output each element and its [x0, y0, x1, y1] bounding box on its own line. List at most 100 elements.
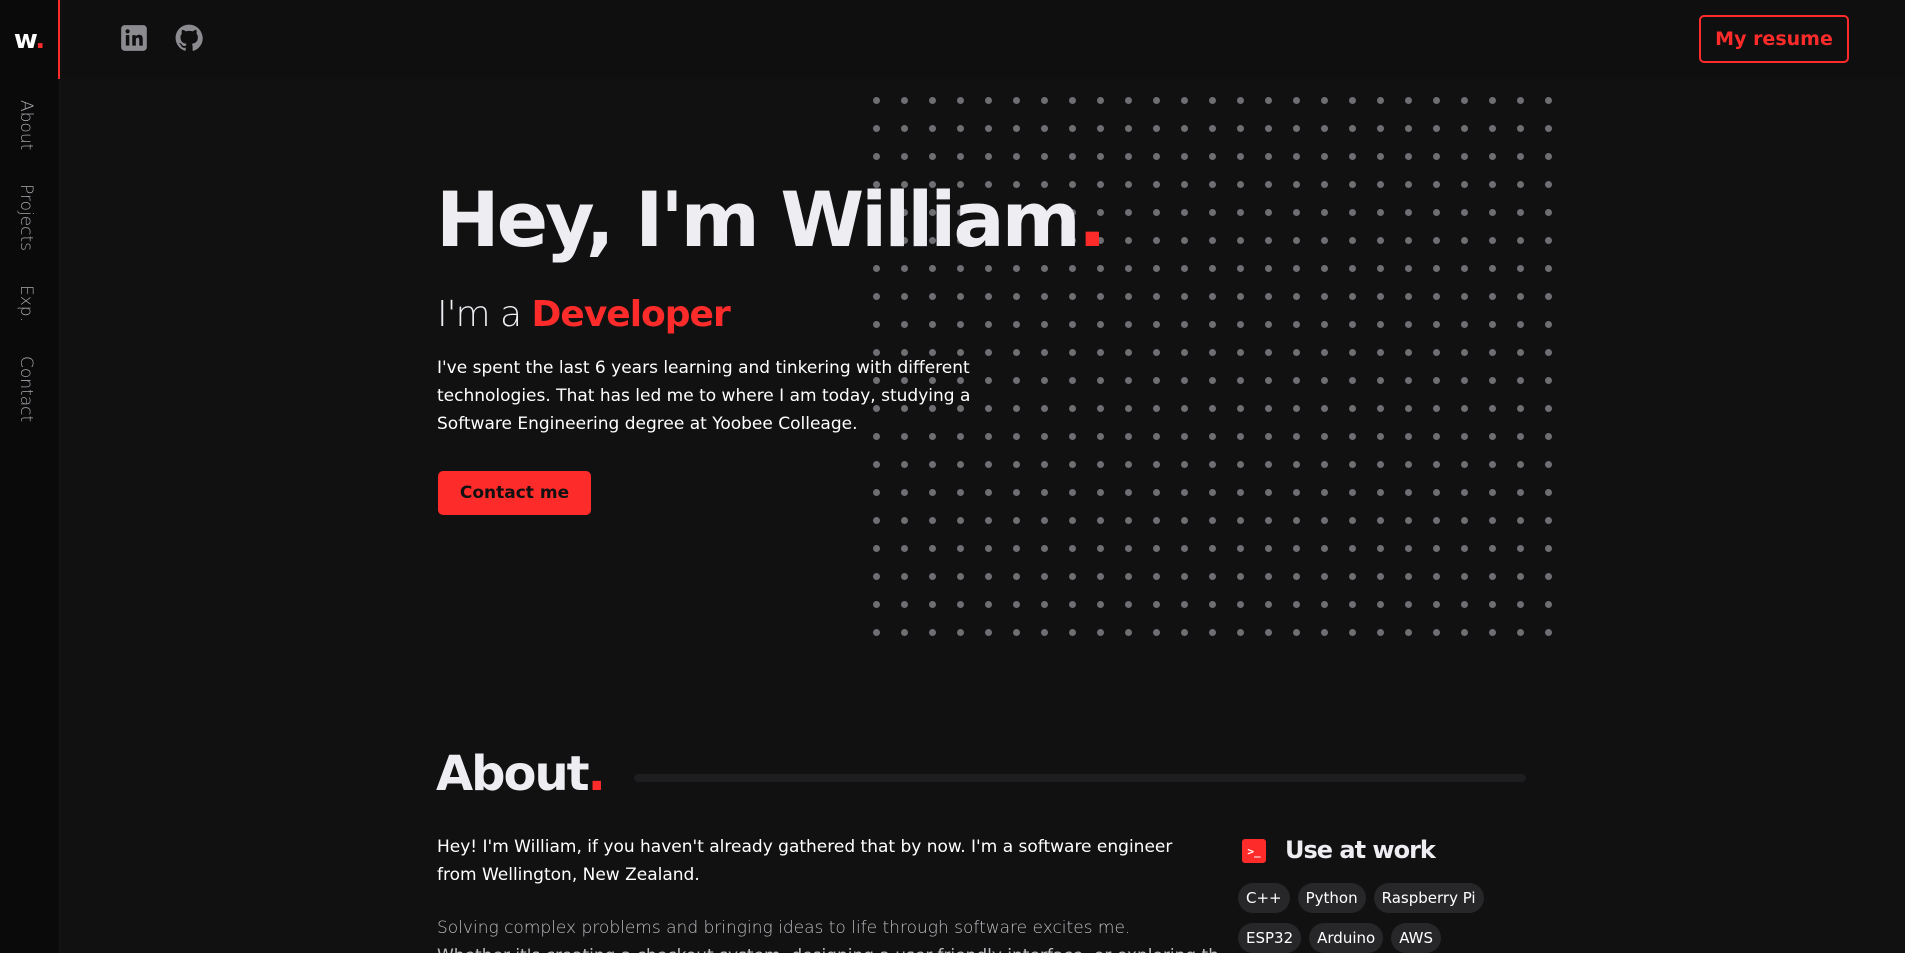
- grid-dot: [1069, 545, 1076, 552]
- grid-dot: [1545, 293, 1552, 300]
- grid-dot: [1013, 433, 1020, 440]
- grid-dot: [1097, 97, 1104, 104]
- grid-dot: [1265, 545, 1272, 552]
- resume-button[interactable]: My resume: [1699, 15, 1849, 63]
- grid-dot: [1125, 573, 1132, 580]
- grid-dot: [1125, 433, 1132, 440]
- grid-dot: [1489, 209, 1496, 216]
- grid-dot: [1349, 601, 1356, 608]
- grid-dot: [1433, 153, 1440, 160]
- grid-dot: [1209, 573, 1216, 580]
- grid-dot: [1321, 629, 1328, 636]
- grid-dot: [1125, 629, 1132, 636]
- grid-dot: [1293, 237, 1300, 244]
- grid-dot: [929, 573, 936, 580]
- grid-dot: [1545, 489, 1552, 496]
- grid-dot: [1377, 293, 1384, 300]
- grid-dot: [1545, 125, 1552, 132]
- grid-dot: [1377, 461, 1384, 468]
- grid-dot: [1153, 321, 1160, 328]
- grid-dot: [1153, 573, 1160, 580]
- grid-dot: [1489, 545, 1496, 552]
- grid-dot: [985, 573, 992, 580]
- grid-dot: [1321, 545, 1328, 552]
- grid-dot: [901, 461, 908, 468]
- grid-dot: [1097, 321, 1104, 328]
- grid-dot: [1209, 153, 1216, 160]
- grid-dot: [1209, 209, 1216, 216]
- grid-dot: [1041, 97, 1048, 104]
- grid-dot: [1517, 433, 1524, 440]
- grid-dot: [1097, 153, 1104, 160]
- grid-dot: [1433, 545, 1440, 552]
- grid-dot: [1377, 237, 1384, 244]
- grid-dot: [929, 517, 936, 524]
- nav-link-contact[interactable]: Contact: [16, 356, 36, 422]
- grid-dot: [901, 545, 908, 552]
- grid-dot: [1489, 629, 1496, 636]
- linkedin-icon[interactable]: [118, 22, 150, 54]
- grid-dot: [1321, 153, 1328, 160]
- grid-dot: [1321, 461, 1328, 468]
- grid-dot: [1545, 433, 1552, 440]
- logo[interactable]: w.: [14, 25, 45, 55]
- grid-dot: [1377, 517, 1384, 524]
- grid-dot: [1321, 573, 1328, 580]
- nav-link-projects[interactable]: Projects: [16, 184, 36, 251]
- grid-dot: [1265, 629, 1272, 636]
- grid-dot: [1293, 405, 1300, 412]
- grid-dot: [1377, 209, 1384, 216]
- grid-dot: [1293, 153, 1300, 160]
- grid-dot: [1433, 209, 1440, 216]
- grid-dot: [1405, 377, 1412, 384]
- grid-dot: [1461, 433, 1468, 440]
- grid-dot: [1097, 601, 1104, 608]
- nav-link-exp[interactable]: Exp.: [16, 285, 36, 322]
- grid-dot: [1489, 405, 1496, 412]
- grid-dot: [1181, 573, 1188, 580]
- grid-dot: [1013, 125, 1020, 132]
- logo-box[interactable]: w.: [0, 0, 60, 79]
- grid-dot: [1069, 573, 1076, 580]
- skill-chip: ESP32: [1238, 923, 1302, 953]
- grid-dot: [1013, 349, 1020, 356]
- grid-dot: [1125, 97, 1132, 104]
- contact-button[interactable]: Contact me: [438, 471, 591, 515]
- grid-dot: [1461, 489, 1468, 496]
- grid-dot: [1125, 601, 1132, 608]
- grid-dot: [1125, 209, 1132, 216]
- grid-dot: [1293, 377, 1300, 384]
- grid-dot: [985, 489, 992, 496]
- grid-dot: [1153, 545, 1160, 552]
- hero-subtitle: I'm a Developer: [437, 294, 731, 335]
- grid-dot: [873, 517, 880, 524]
- grid-dot: [1209, 237, 1216, 244]
- grid-dot: [1041, 265, 1048, 272]
- grid-dot: [1405, 629, 1412, 636]
- grid-dot: [1405, 97, 1412, 104]
- grid-dot: [985, 461, 992, 468]
- grid-dot: [957, 153, 964, 160]
- grid-dot: [1545, 461, 1552, 468]
- about-paragraph-intro: Hey! I'm William, if you haven't already…: [437, 837, 1173, 885]
- grid-dot: [1041, 489, 1048, 496]
- grid-dot: [1461, 237, 1468, 244]
- grid-dot: [1041, 125, 1048, 132]
- terminal-icon: >_: [1242, 839, 1266, 863]
- github-icon[interactable]: [173, 22, 205, 54]
- grid-dot: [1321, 293, 1328, 300]
- grid-dot: [1237, 181, 1244, 188]
- grid-dot: [1069, 97, 1076, 104]
- skill-chips: C++ Python Raspberry Pi ESP32 Arduino AW…: [1238, 883, 1518, 953]
- grid-dot: [1265, 349, 1272, 356]
- grid-dot: [1125, 461, 1132, 468]
- grid-dot: [1069, 265, 1076, 272]
- nav-link-about[interactable]: About: [16, 100, 36, 150]
- grid-dot: [1069, 461, 1076, 468]
- grid-dot: [1209, 181, 1216, 188]
- grid-dot: [1377, 349, 1384, 356]
- about-paragraph-more: Whether it's creating a checkout system,…: [437, 942, 1217, 953]
- hero-title: Hey, I'm William.: [436, 175, 1107, 264]
- grid-dot: [901, 601, 908, 608]
- grid-dot: [1321, 349, 1328, 356]
